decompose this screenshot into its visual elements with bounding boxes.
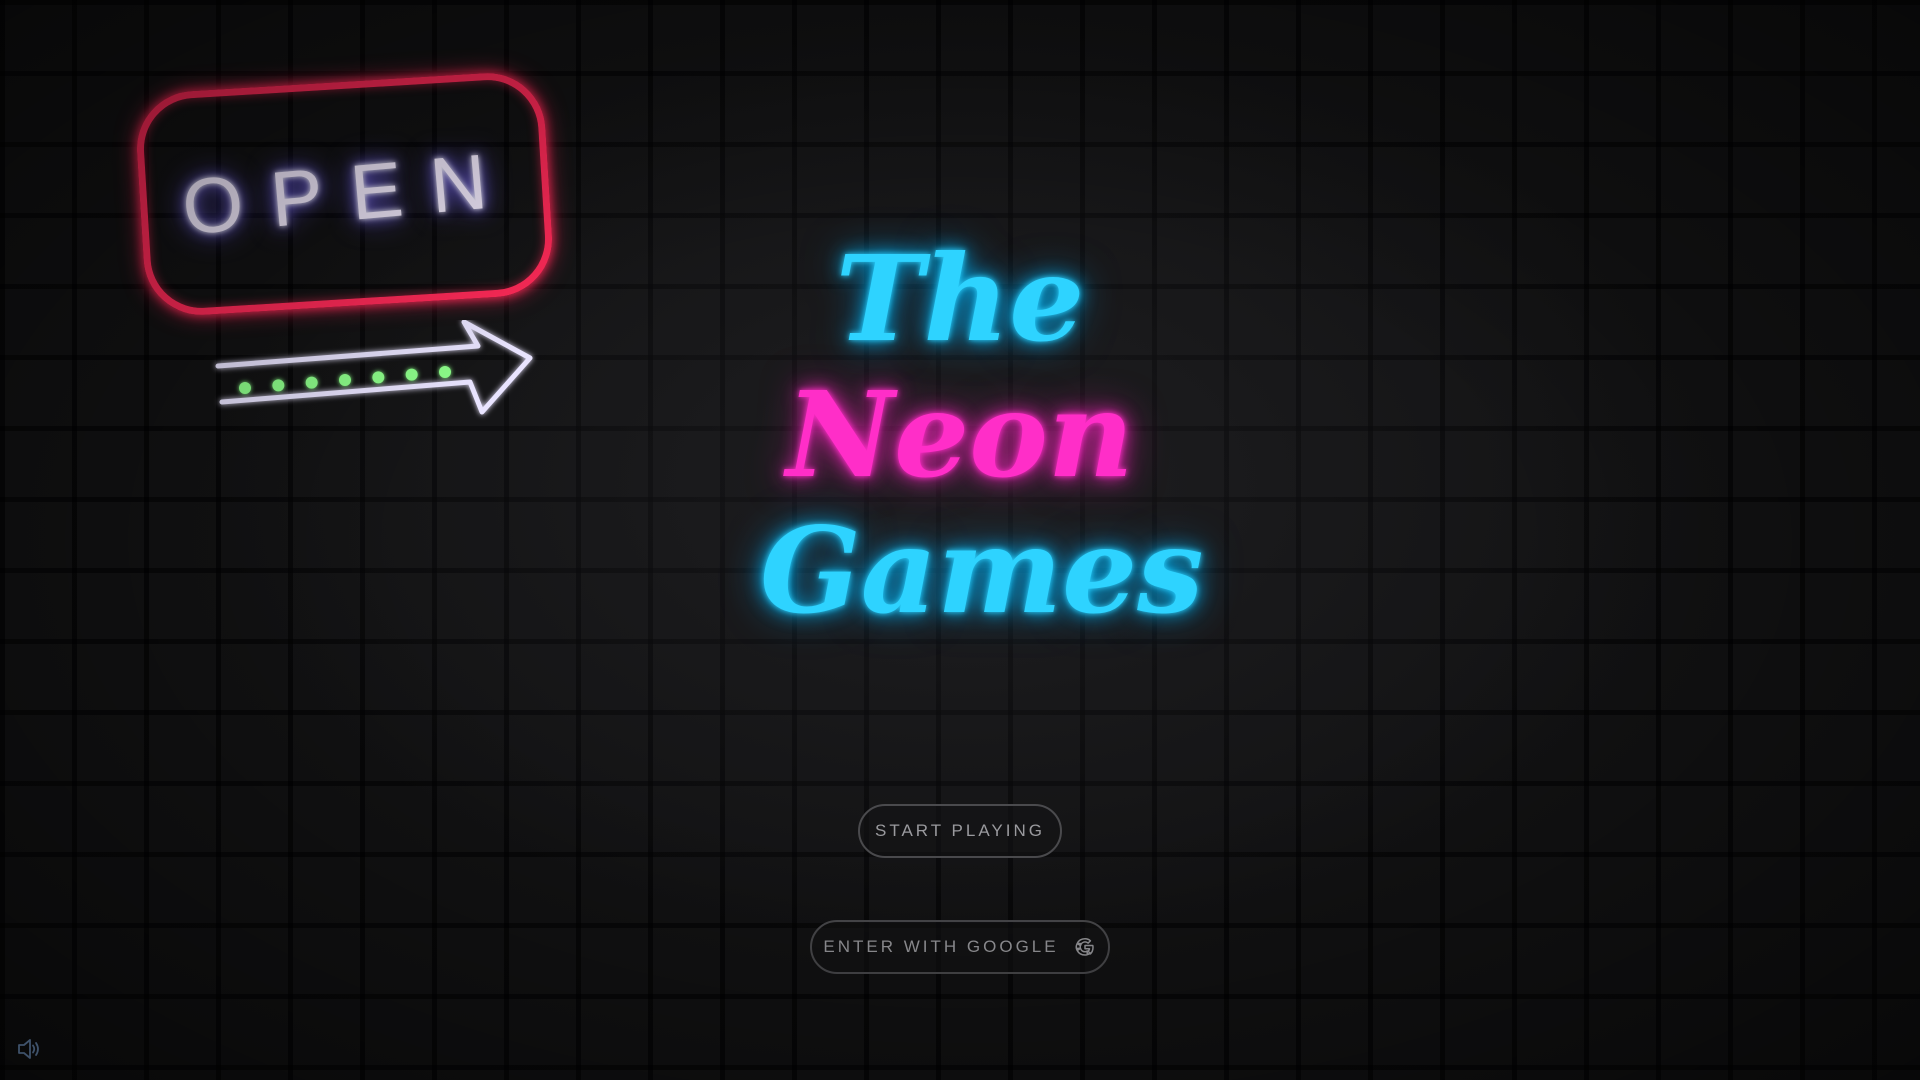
speaker-icon (18, 1039, 39, 1059)
google-icon (1075, 938, 1094, 956)
arrow-dot (439, 366, 451, 378)
enter-with-google-label: ENTER WITH GOOGLE (823, 937, 1059, 956)
start-playing-button[interactable]: START PLAYING (858, 804, 1062, 858)
arrow-dot (405, 368, 418, 381)
arrow-dot (305, 376, 318, 389)
arrow-dot (272, 379, 285, 392)
brick-wall-background: OPEN The Neon Games START PLAYING ENTER … (0, 0, 1920, 1080)
arrow-dot (239, 382, 251, 394)
title-the: The (835, 229, 1085, 368)
open-neon-sign: OPEN (130, 69, 560, 420)
arrow-dot (372, 371, 385, 384)
arrow-dot (339, 374, 351, 386)
title-games: Games (760, 501, 1204, 640)
title-neon: Neon (786, 365, 1134, 504)
game-title: The Neon Games (760, 229, 1204, 640)
sound-toggle-button[interactable] (16, 1036, 44, 1062)
neon-arrow-icon (215, 320, 533, 415)
enter-with-google-button[interactable]: ENTER WITH GOOGLE (810, 920, 1110, 974)
start-playing-label: START PLAYING (874, 821, 1045, 840)
